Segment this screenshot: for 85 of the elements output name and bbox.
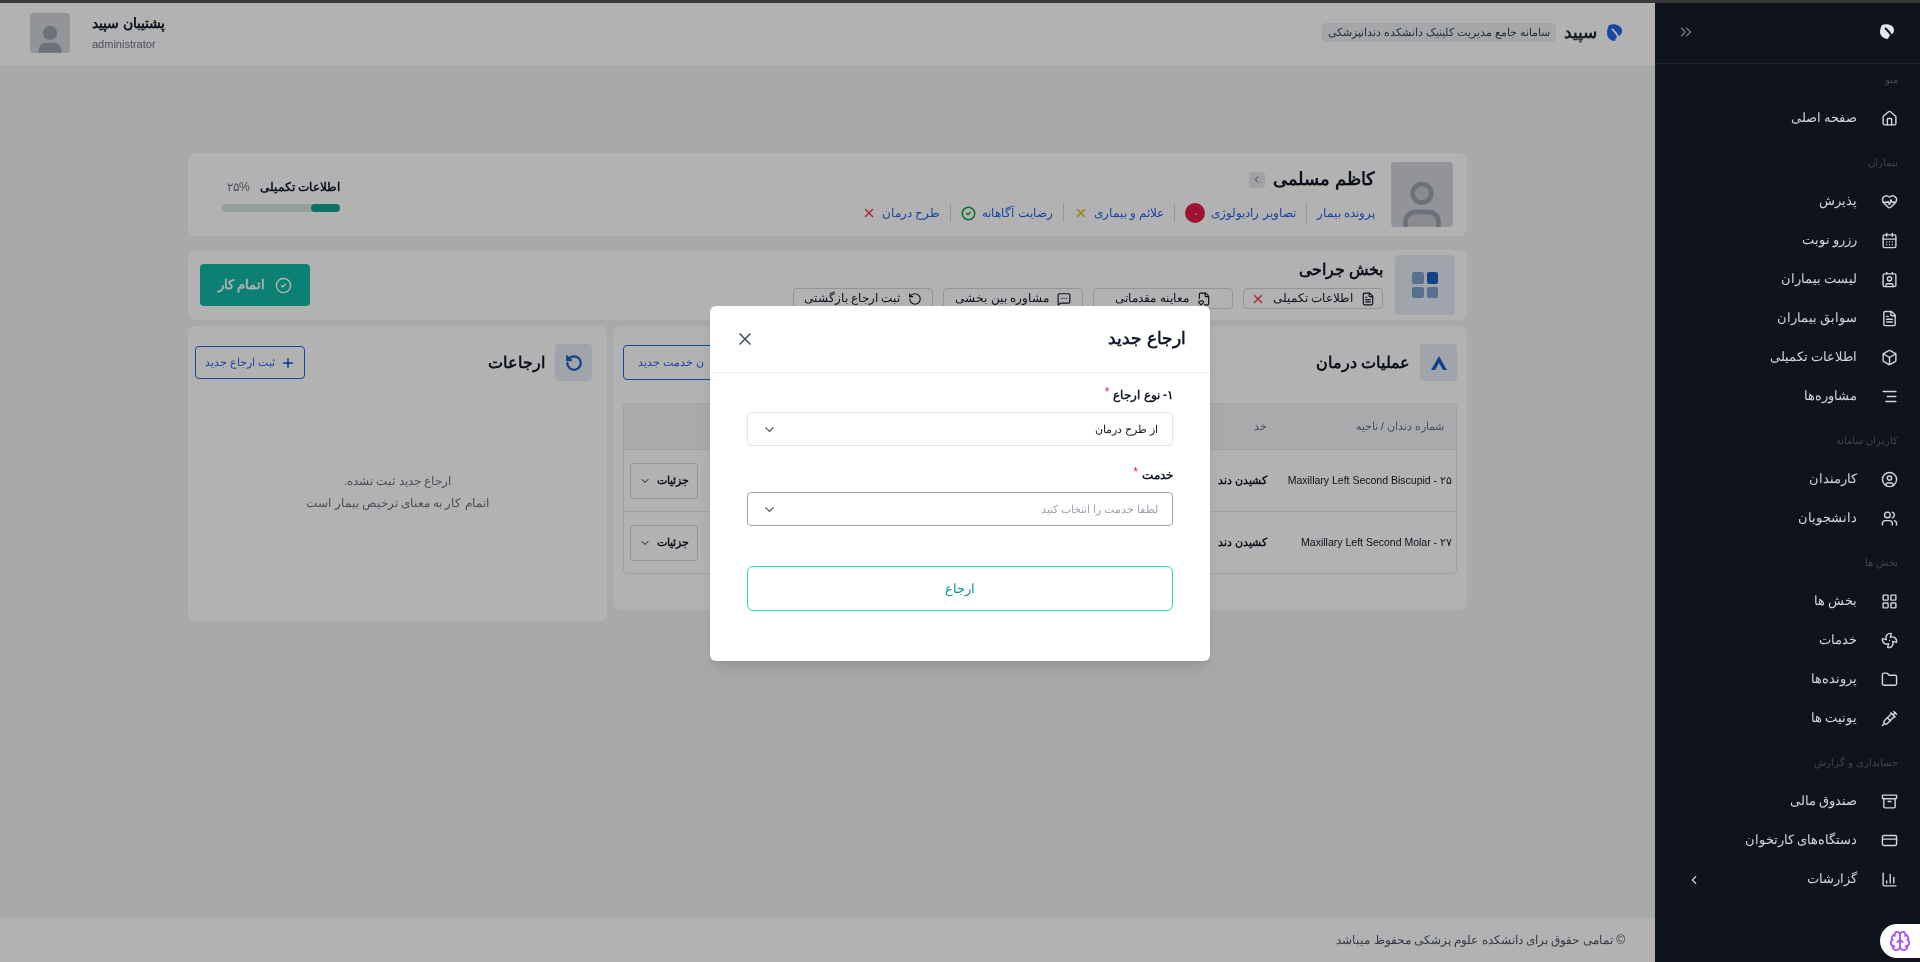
sidebar-item[interactable]: کارمندان bbox=[1677, 460, 1898, 499]
empty-message: اتمام کار به معنای ترخیص بیمار است bbox=[306, 496, 489, 512]
sidebar-item[interactable]: رزرو نوبت bbox=[1677, 221, 1898, 260]
section-heading: بیماران bbox=[1868, 156, 1898, 170]
check-circle-icon bbox=[275, 276, 293, 294]
calendar-icon bbox=[1881, 232, 1898, 249]
table-cell-text: کشیدن دند bbox=[1217, 472, 1269, 489]
panel-title: ارجاعات bbox=[488, 352, 545, 375]
folder-icon bbox=[1881, 671, 1898, 688]
panel-title: عملیات درمان bbox=[1315, 352, 1410, 375]
section-heading: بخش ها bbox=[1865, 556, 1898, 570]
brand-name: سپید bbox=[1564, 21, 1597, 45]
card-icon bbox=[1881, 832, 1898, 849]
copyright-text: © تمامی حقوق برای دانشکده علوم پزشکی محفوظ میباشد bbox=[1336, 932, 1625, 949]
submit-button[interactable]: ارجاع bbox=[747, 566, 1173, 611]
chat-icon bbox=[1056, 291, 1071, 306]
table-cell-text: کشیدن دند bbox=[1217, 534, 1269, 551]
details-button[interactable]: جزئیات bbox=[630, 462, 698, 499]
bars-icon bbox=[1881, 388, 1898, 405]
logo-icon bbox=[1605, 21, 1625, 44]
required-mark: * bbox=[1133, 464, 1138, 481]
user-role: administrator bbox=[92, 36, 156, 52]
column-header: خد bbox=[1253, 419, 1268, 435]
sidebar-item[interactable]: دانشجویان bbox=[1677, 499, 1898, 538]
cube-icon bbox=[1881, 349, 1898, 366]
section-heading: کاربران سامانه bbox=[1836, 434, 1898, 448]
sidebar-item[interactable]: پرونده‌ها bbox=[1677, 660, 1898, 699]
field-label: ۱- نوع ارجاع bbox=[1113, 387, 1173, 404]
cash-box-icon bbox=[1881, 793, 1898, 810]
avatar[interactable] bbox=[30, 12, 70, 53]
select-field[interactable]: از طرح درمان bbox=[747, 412, 1173, 446]
details-button[interactable]: جزئیات bbox=[630, 524, 698, 561]
sidebar-item[interactable]: صفحه اصلی bbox=[1677, 99, 1898, 138]
sidebar-item[interactable]: مشاوره‌ها bbox=[1677, 377, 1898, 416]
grid-icon bbox=[1395, 255, 1455, 315]
required-mark: * bbox=[1104, 384, 1110, 401]
subtitle-badge: سامانه جامع مدیریت کلینیک دانشکده دندانپزشکی bbox=[1322, 22, 1556, 43]
progress-label: اطلاعات تکمیلی bbox=[259, 178, 340, 196]
refresh-icon bbox=[555, 344, 592, 381]
user-name: پشتیبان سپید bbox=[92, 13, 165, 34]
home-icon bbox=[1881, 110, 1898, 127]
plus-icon bbox=[281, 355, 296, 370]
sidebar-item[interactable]: سوابق بیماران bbox=[1677, 299, 1898, 338]
grid-icon bbox=[1881, 593, 1898, 610]
patient-link[interactable]: طرح درمان bbox=[881, 204, 941, 222]
sidebar-item[interactable]: دستگاه‌های کارتخوان bbox=[1677, 821, 1898, 860]
document-icon bbox=[1881, 310, 1898, 327]
user-icon bbox=[1881, 471, 1898, 488]
patient-link[interactable]: علائم و بیماری bbox=[1093, 204, 1165, 222]
sidebar-item[interactable]: اطلاعات تکمیلی bbox=[1677, 338, 1898, 377]
patient-link[interactable]: تصاویر رادیولوژی bbox=[1211, 204, 1296, 222]
field-label: خدمت bbox=[1142, 467, 1173, 484]
sidebar-item[interactable]: بخش ها bbox=[1677, 582, 1898, 621]
sidebar-item[interactable]: یونیت ها bbox=[1677, 699, 1898, 738]
brain-icon bbox=[1889, 930, 1911, 952]
department-title: بخش جراحی bbox=[1297, 260, 1383, 282]
patient-name: کاظم مسلمی bbox=[1273, 168, 1375, 192]
pinwheel-icon bbox=[1881, 632, 1898, 649]
empty-message: ارجاع جدید ثبت نشده. bbox=[344, 474, 451, 490]
table-cell-text: Maxillary Left Second Molar - ۲۷ bbox=[1300, 534, 1453, 550]
sidebar-item[interactable]: لیست بیماران bbox=[1677, 260, 1898, 299]
sidebar-item[interactable]: گزارشات bbox=[1677, 860, 1898, 899]
syringe-icon bbox=[1881, 710, 1898, 727]
count-badge: ۰ bbox=[1185, 203, 1206, 223]
rotate-icon bbox=[908, 291, 923, 306]
column-header: شماره دندان / ناحیه bbox=[1354, 419, 1445, 435]
heart-pulse-icon bbox=[1881, 193, 1898, 210]
dialog-title: ارجاع جدید bbox=[1108, 328, 1186, 351]
sidebar-item[interactable]: صندوق مالی bbox=[1677, 782, 1898, 821]
contact-card-icon bbox=[1881, 271, 1898, 288]
chart-icon bbox=[1881, 871, 1898, 888]
chevron-button[interactable] bbox=[1249, 171, 1265, 188]
patient-link[interactable]: پرونده بیمار bbox=[1316, 204, 1375, 222]
document-icon bbox=[1361, 291, 1376, 306]
heart-document-icon bbox=[1196, 291, 1211, 306]
progress-reading: ۲۵% bbox=[227, 178, 250, 196]
sidebar-item[interactable]: پذیرش bbox=[1677, 182, 1898, 221]
sidebar-item[interactable]: خدمات bbox=[1677, 621, 1898, 660]
assistant-button[interactable] bbox=[1880, 924, 1920, 958]
patient-link[interactable]: رضایت آگاهانه bbox=[982, 204, 1053, 222]
section-heading: منو bbox=[1885, 73, 1898, 87]
action-button[interactable]: اطلاعات تکمیلی bbox=[1243, 288, 1383, 309]
table-cell-text: Maxillary Left Second Biscupid - ۲۵ bbox=[1286, 472, 1453, 488]
users-icon bbox=[1881, 510, 1898, 527]
add-referral-button[interactable]: ثبت ارجاع جدید bbox=[195, 346, 305, 379]
